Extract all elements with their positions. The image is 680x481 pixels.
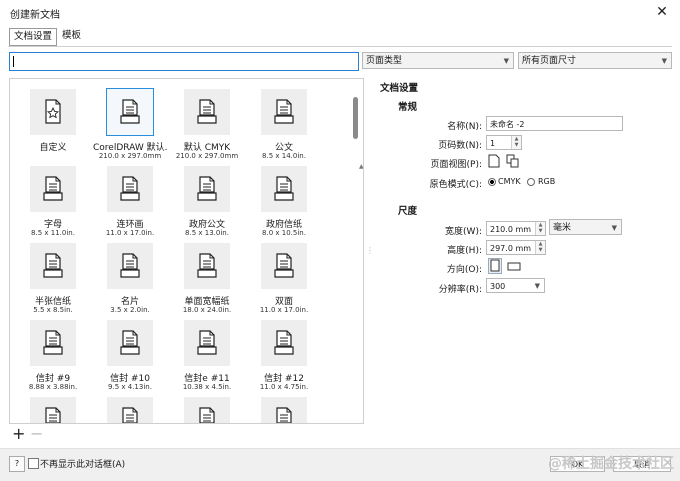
template-thumbnail[interactable] <box>30 320 76 366</box>
resolution-label: 分辨率(R): <box>438 285 482 295</box>
page-size-value: 所有页面尺寸 <box>522 56 577 66</box>
radio-rgb[interactable] <box>527 178 535 186</box>
help-button[interactable]: ? <box>9 456 25 472</box>
pages-stepper[interactable]: 1 ▲ ▼ <box>486 135 522 150</box>
template-thumbnail[interactable] <box>30 397 76 423</box>
page-type-value: 页面类型 <box>366 56 403 66</box>
template-thumbnail[interactable] <box>107 243 153 289</box>
title-bar <box>0 0 680 24</box>
template-size: 11.0 x 17.0in. <box>105 229 155 237</box>
template-thumbnail[interactable] <box>107 166 153 212</box>
pages-value: 1 <box>490 139 496 148</box>
template-size: 18.0 x 24.0in. <box>182 306 232 314</box>
template-grid: 自定义 CorelDRAW 默认... 210.0 x 297.0mm 默认 CMYK… <box>9 78 364 424</box>
single-page-view-icon[interactable] <box>488 154 500 171</box>
color-mode-label: 原色模式(C): <box>429 180 482 190</box>
template-size: 11.0 x 17.0in. <box>259 306 309 314</box>
stepper-arrows-icon[interactable]: ▲ ▼ <box>511 136 521 149</box>
template-size: 10.38 x 4.5in. <box>182 383 232 391</box>
remove-template-icon[interactable]: − <box>30 424 43 443</box>
template-thumbnail[interactable] <box>30 243 76 289</box>
template-thumbnail[interactable] <box>107 397 153 423</box>
radio-cmyk[interactable] <box>488 178 496 186</box>
width-stepper[interactable]: 210.0 mm ▲ ▼ <box>486 221 546 236</box>
page-type-dropdown[interactable]: 页面类型 ▼ <box>362 52 514 69</box>
landscape-icon[interactable] <box>507 260 521 275</box>
template-thumbnail[interactable] <box>261 166 307 212</box>
template-thumbnail[interactable] <box>184 397 230 423</box>
template-size: 8.5 x 14.0in. <box>262 152 306 160</box>
page-size-dropdown[interactable]: 所有页面尺寸 ▼ <box>518 52 672 69</box>
dont-show-checkbox[interactable] <box>28 458 39 469</box>
template-thumbnail[interactable] <box>184 166 230 212</box>
add-template-icon[interactable]: + <box>12 424 25 443</box>
resolution-dropdown[interactable]: 300 ▼ <box>486 278 545 293</box>
chevron-down-icon: ▼ <box>611 224 617 232</box>
height-value: 297.0 mm <box>490 244 532 253</box>
template-thumbnail[interactable] <box>107 320 153 366</box>
template-size: 8.5 x 13.0in. <box>185 229 229 237</box>
name-field[interactable]: 未命名 -2 <box>486 116 623 131</box>
template-thumbnail[interactable] <box>261 320 307 366</box>
stepper-arrows-icon[interactable]: ▲ ▼ <box>535 241 545 254</box>
settings-title: 文档设置 <box>380 83 419 94</box>
text-cursor <box>13 56 14 67</box>
tab-document-settings[interactable]: 文档设置 <box>9 28 58 46</box>
template-thumbnail[interactable] <box>30 89 76 135</box>
height-label: 高度(H): <box>447 246 482 256</box>
watermark: @稀土掘金技术社区 <box>548 456 674 472</box>
template-thumbnail[interactable] <box>30 166 76 212</box>
portrait-icon[interactable] <box>488 258 502 277</box>
multi-page-view-icon[interactable] <box>506 154 520 171</box>
template-size: 3.5 x 2.0in. <box>110 306 150 314</box>
template-size: 210.0 x 297.0mm <box>175 152 239 160</box>
splitter-handle[interactable]: ⋮ <box>366 246 374 255</box>
template-name: 自定义 <box>39 143 67 153</box>
pages-label: 页码数(N): <box>438 141 482 151</box>
stepper-arrows-icon[interactable]: ▲ ▼ <box>535 222 545 235</box>
template-size: 9.5 x 4.13in. <box>108 383 152 391</box>
page-view-label: 页面视图(P): <box>430 160 482 170</box>
orientation-label: 方向(O): <box>446 265 482 275</box>
scroll-up-icon[interactable]: ▲ <box>359 163 363 170</box>
chevron-down-icon: ▼ <box>661 57 667 65</box>
window-title: 创建新文档 <box>10 10 60 21</box>
template-size: 210.0 x 297.0mm <box>98 152 162 160</box>
width-value: 210.0 mm <box>490 225 532 234</box>
height-stepper[interactable]: 297.0 mm ▲ ▼ <box>486 240 546 255</box>
scrollbar-thumb[interactable] <box>353 97 358 139</box>
resolution-value: 300 <box>490 282 506 291</box>
unit-value: 毫米 <box>553 223 572 233</box>
template-thumbnail[interactable] <box>184 243 230 289</box>
chevron-down-icon: ▼ <box>534 282 540 290</box>
name-label: 名称(N): <box>447 122 482 132</box>
template-size: 11.0 x 4.75in. <box>259 383 309 391</box>
template-size: 8.88 x 3.88in. <box>28 383 78 391</box>
dimensions-header: 尺度 <box>398 206 418 217</box>
search-input[interactable] <box>9 52 359 71</box>
dont-show-label: 不再显示此对话框(A) <box>40 460 126 470</box>
template-thumbnail[interactable] <box>106 88 154 136</box>
template-thumbnail[interactable] <box>184 320 230 366</box>
radio-rgb-label: RGB <box>538 177 556 186</box>
template-size: 5.5 x 8.5in. <box>33 306 73 314</box>
width-label: 宽度(W): <box>445 227 482 237</box>
general-header: 常规 <box>398 102 418 113</box>
tab-divider <box>8 46 672 47</box>
template-thumbnail[interactable] <box>261 89 307 135</box>
chevron-down-icon: ▼ <box>503 57 509 65</box>
template-thumbnail[interactable] <box>261 397 307 423</box>
close-icon[interactable]: ✕ <box>652 2 672 22</box>
template-thumbnail[interactable] <box>261 243 307 289</box>
template-thumbnail[interactable] <box>184 89 230 135</box>
radio-cmyk-label: CMYK <box>498 177 521 186</box>
tab-templates[interactable]: 模板 <box>58 28 85 44</box>
template-size: 8.0 x 10.5in. <box>262 229 306 237</box>
unit-dropdown[interactable]: 毫米 ▼ <box>549 219 622 235</box>
template-size: 8.5 x 11.0in. <box>31 229 75 237</box>
